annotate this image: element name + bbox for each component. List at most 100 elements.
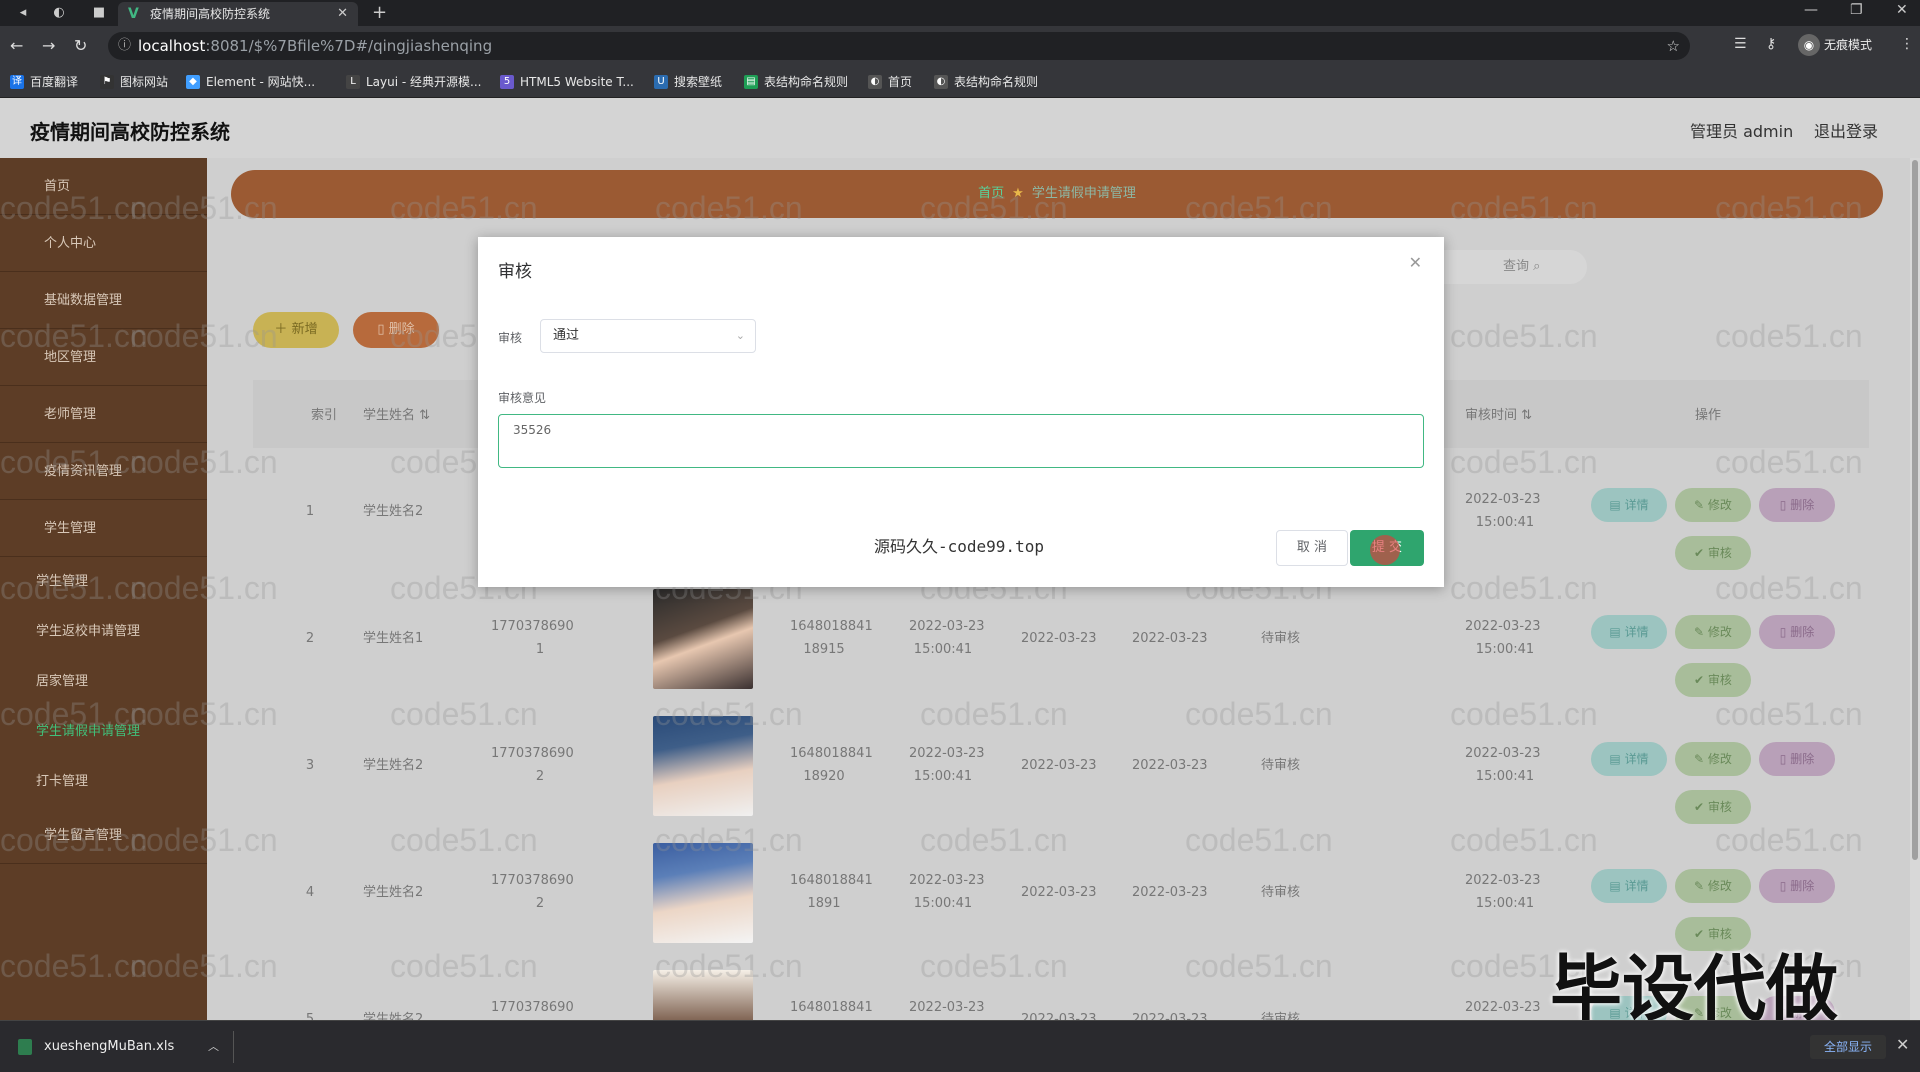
bookmark-item[interactable]: 5 HTML5 Website T...: [500, 74, 634, 90]
cell-audit-clock: 15:00:41: [1475, 642, 1535, 657]
edit-button[interactable]: ✎ 修改: [1675, 869, 1751, 903]
audit-button[interactable]: ✔ 审核: [1675, 917, 1751, 951]
download-bar: xueshengMuBan.xls ︿ 全部显示 ✕: [0, 1020, 1920, 1072]
globe-icon[interactable]: ◐: [50, 4, 68, 22]
audit-button[interactable]: ✔ 审核: [1675, 536, 1751, 570]
row-delete-button[interactable]: ▯ 删除: [1759, 488, 1835, 522]
edit-button[interactable]: ✎ 修改: [1675, 996, 1751, 1020]
edit-button[interactable]: ✎ 修改: [1675, 742, 1751, 776]
search-button[interactable]: 查询 ⌕: [1487, 248, 1617, 286]
bookmark-item[interactable]: ▤ 表结构命名规则: [744, 74, 848, 90]
sidebar: 首页 个人中心 基础数据管理 地区管理 老师管理 疫情资讯管理 学生管理 学生管…: [0, 158, 207, 1020]
cell-time: 2022-03-23: [909, 746, 985, 761]
audit-button[interactable]: ✔ 审核: [1675, 790, 1751, 824]
edit-button[interactable]: ✎ 修改: [1675, 488, 1751, 522]
close-download-bar-icon[interactable]: ✕: [1896, 1035, 1909, 1054]
sidebar-item-home[interactable]: 首页: [0, 158, 207, 215]
detail-button[interactable]: ▤ 详情: [1591, 742, 1667, 776]
chevron-up-icon[interactable]: ︿: [208, 1031, 219, 1063]
url-input[interactable]: ⓘ localhost:8081/$%7Bfile%7D#/qingjiashe…: [108, 32, 1690, 60]
bookmark-item[interactable]: 译百度翻译: [10, 74, 78, 90]
sidebar-item-messages[interactable]: 学生留言管理: [0, 807, 207, 864]
restore-icon[interactable]: ❐: [1850, 2, 1863, 18]
cell-code: 1648018841: [790, 619, 873, 634]
sidebar-item-epidemic-news[interactable]: 疫情资讯管理: [0, 443, 207, 500]
back-icon[interactable]: ←: [10, 36, 23, 55]
cell-status: 待审核: [1261, 758, 1301, 773]
opinion-label: 审核意见: [498, 391, 547, 405]
forward-icon[interactable]: →: [42, 36, 55, 55]
cell-index: 5: [305, 1012, 315, 1020]
row-delete-button[interactable]: ▯ 删除: [1759, 996, 1835, 1020]
bookmark-item[interactable]: ⚑ 图标网站: [100, 74, 168, 90]
cell-time-suffix: 15:00:41: [913, 642, 973, 657]
menu-kebab-icon[interactable]: ⋮: [1900, 36, 1914, 52]
element-logo-icon: ◆: [186, 75, 200, 89]
sidebar-item-student[interactable]: 学生管理: [0, 557, 207, 607]
cell-start-date: 2022-03-23: [1021, 631, 1097, 646]
download-item[interactable]: xueshengMuBan.xls ︿: [14, 1031, 234, 1063]
bookmark-item[interactable]: ◐ 首页: [868, 74, 912, 90]
cell-phone-suffix: 2: [535, 896, 545, 911]
cell-audit-date: 2022-03-23: [1465, 746, 1541, 761]
submit-button[interactable]: 提 交: [1350, 530, 1424, 566]
reading-list-icon[interactable]: ☰: [1734, 36, 1747, 52]
tab-search-icon[interactable]: ■: [90, 4, 108, 22]
incognito-indicator[interactable]: ◉ 无痕模式: [1798, 34, 1872, 56]
cell-audit-date: 2022-03-23: [1465, 619, 1541, 634]
cell-phone: 1770378690: [491, 619, 574, 634]
sidebar-item-teacher[interactable]: 老师管理: [0, 386, 207, 443]
logout-link[interactable]: 退出登录: [1814, 118, 1878, 142]
column-header-audit-time[interactable]: 审核时间 ⇅: [1465, 404, 1532, 423]
site-info-icon[interactable]: ⓘ: [118, 32, 131, 60]
cancel-button[interactable]: 取 消: [1276, 530, 1348, 566]
audit-select[interactable]: 通过 ⌄: [540, 319, 756, 353]
sidebar-item-return-request[interactable]: 学生返校申请管理: [0, 607, 207, 657]
close-icon[interactable]: ✕: [1409, 253, 1422, 272]
sidebar-item-home-isolation[interactable]: 居家管理: [0, 657, 207, 707]
student-avatar: [653, 589, 753, 689]
bookmark-star-icon[interactable]: ☆: [1667, 32, 1680, 60]
row-delete-button[interactable]: ▯ 删除: [1759, 742, 1835, 776]
scrollbar-thumb[interactable]: [1912, 160, 1918, 860]
breadcrumb-home[interactable]: 首页: [978, 186, 1004, 201]
key-icon[interactable]: ⚷: [1766, 36, 1776, 52]
minimize-icon[interactable]: —: [1804, 2, 1818, 18]
detail-button[interactable]: ▤ 详情: [1591, 996, 1667, 1020]
show-all-downloads-button[interactable]: 全部显示: [1810, 1035, 1886, 1059]
detail-button[interactable]: ▤ 详情: [1591, 869, 1667, 903]
bookmark-item[interactable]: U 搜索壁纸: [654, 74, 722, 90]
column-header-name[interactable]: 学生姓名 ⇅: [363, 404, 430, 423]
row-delete-button[interactable]: ▯ 删除: [1759, 615, 1835, 649]
bookmark-item[interactable]: ◆ Element - 网站快...: [186, 74, 315, 90]
audit-button[interactable]: ✔ 审核: [1675, 663, 1751, 697]
reload-icon[interactable]: ↻: [74, 36, 87, 55]
row-delete-button[interactable]: ▯ 删除: [1759, 869, 1835, 903]
sidebar-item-student-group[interactable]: 学生管理: [0, 500, 207, 557]
close-tab-icon[interactable]: ✕: [337, 2, 348, 26]
detail-button[interactable]: ▤ 详情: [1591, 615, 1667, 649]
sidebar-item-leave-request[interactable]: 学生请假申请管理: [0, 707, 207, 757]
sidebar-item-base-data[interactable]: 基础数据管理: [0, 272, 207, 329]
tab-audio-icon[interactable]: ◂: [14, 4, 32, 22]
new-tab-icon[interactable]: +: [372, 2, 387, 23]
cell-index: 3: [305, 758, 315, 773]
cell-audit-clock: 15:00:41: [1475, 515, 1535, 530]
sidebar-item-checkin[interactable]: 打卡管理: [0, 757, 207, 807]
opinion-textarea[interactable]: 35526: [498, 414, 1424, 468]
bookmark-item[interactable]: ◐ 表结构命名规则: [934, 74, 1038, 90]
download-filename: xueshengMuBan.xls: [44, 1039, 175, 1054]
sidebar-item-region[interactable]: 地区管理: [0, 329, 207, 386]
cell-phone: 1770378690: [491, 746, 574, 761]
add-button[interactable]: ＋ 新增: [253, 312, 339, 348]
cell-start-date: 2022-03-23: [1021, 758, 1097, 773]
layui-logo-icon: L: [346, 75, 360, 89]
delete-button[interactable]: ▯ 删除: [353, 312, 439, 348]
browser-tab-active[interactable]: V 疫情期间高校防控系统 ✕: [118, 2, 358, 26]
bookmark-item[interactable]: L Layui - 经典开源模...: [346, 74, 481, 90]
edit-button[interactable]: ✎ 修改: [1675, 615, 1751, 649]
sidebar-item-personal-center[interactable]: 个人中心: [0, 215, 207, 272]
cell-status: 待审核: [1261, 1012, 1301, 1020]
close-window-icon[interactable]: ✕: [1896, 2, 1908, 18]
detail-button[interactable]: ▤ 详情: [1591, 488, 1667, 522]
